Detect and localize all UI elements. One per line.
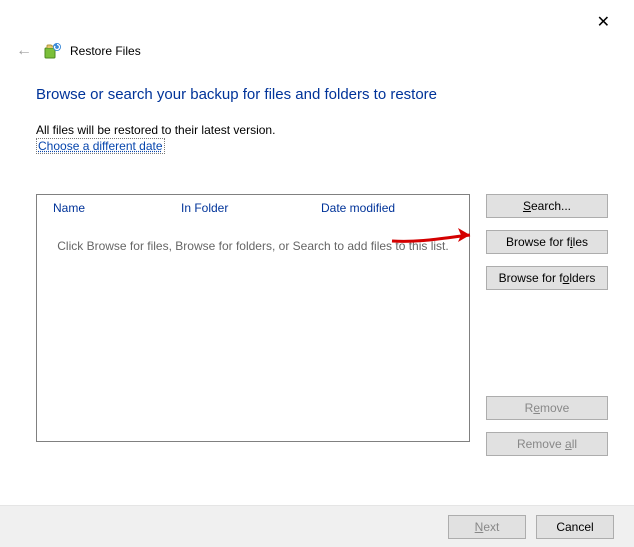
work-area: Name In Folder Date modified Click Brows… bbox=[36, 194, 608, 456]
next-button: Next bbox=[448, 515, 526, 539]
main-content: Browse or search your backup for files a… bbox=[36, 86, 608, 154]
side-buttons: Search... Browse for files Browse for fo… bbox=[486, 194, 608, 456]
back-arrow-icon: ← bbox=[12, 40, 36, 62]
file-list[interactable]: Name In Folder Date modified Click Brows… bbox=[36, 194, 470, 442]
intro-text: All files will be restored to their late… bbox=[36, 123, 608, 137]
browse-for-folders-button[interactable]: Browse for folders bbox=[486, 266, 608, 290]
col-in-folder[interactable]: In Folder bbox=[181, 201, 321, 215]
col-date-modified[interactable]: Date modified bbox=[321, 201, 459, 215]
choose-different-date-link[interactable]: Choose a different date bbox=[36, 138, 165, 154]
cancel-button[interactable]: Cancel bbox=[536, 515, 614, 539]
col-name[interactable]: Name bbox=[53, 201, 181, 215]
window-title: Restore Files bbox=[70, 44, 141, 58]
column-headers: Name In Folder Date modified bbox=[37, 195, 469, 221]
browse-for-files-button[interactable]: Browse for files bbox=[486, 230, 608, 254]
restore-files-icon bbox=[44, 42, 62, 60]
remove-button: Remove bbox=[486, 396, 608, 420]
page-heading: Browse or search your backup for files a… bbox=[36, 86, 608, 103]
remove-all-button: Remove all bbox=[486, 432, 608, 456]
header: ← Restore Files bbox=[12, 40, 141, 62]
empty-list-hint: Click Browse for files, Browse for folde… bbox=[37, 239, 469, 253]
close-button[interactable]: ✕ bbox=[587, 8, 620, 36]
footer: Next Cancel bbox=[0, 505, 634, 547]
search-button[interactable]: Search... bbox=[486, 194, 608, 218]
